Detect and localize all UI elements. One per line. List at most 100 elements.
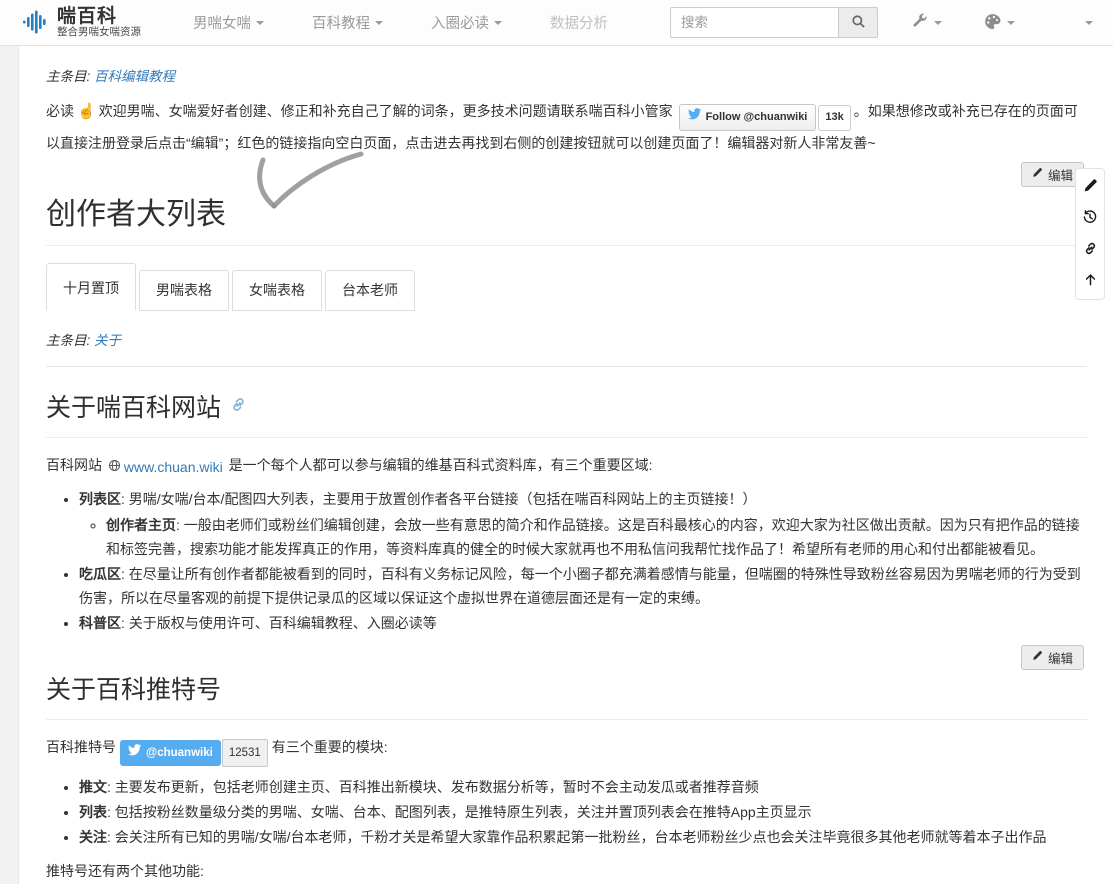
pointing-up-finger-icon: ☝: [77, 103, 96, 120]
bullet-label: 吃瓜区: [79, 566, 121, 582]
must-read-label: 必读: [46, 103, 74, 119]
palette-icon: [984, 13, 1001, 33]
site-logo[interactable]: 喘百科 整合男喘女喘资源: [22, 7, 141, 39]
chevron-down-icon: [256, 21, 264, 25]
list-item: 创作者主页: 一般由老师们或粉丝们编辑创建，会放一些有意思的简介和作品链接。这是…: [106, 513, 1087, 561]
section-anchor-link[interactable]: [230, 391, 247, 420]
hatnote-prefix: 主条目:: [46, 333, 90, 348]
scroll-to-top-button[interactable]: [1083, 272, 1098, 290]
chevron-down-icon: [1007, 21, 1015, 25]
nav-item-label: 百科教程: [312, 12, 370, 33]
hatnote-link[interactable]: 关于: [94, 333, 121, 348]
tab-bar: 十月置顶 男喘表格 女喘表格 台本老师: [46, 263, 1087, 311]
tab-script-teachers[interactable]: 台本老师: [325, 270, 415, 311]
nav-item-must-read[interactable]: 入圈必读: [431, 12, 502, 33]
edit-page-button[interactable]: [1083, 178, 1098, 196]
twitter-bird-icon: [128, 743, 141, 763]
nav-item-male-female[interactable]: 男喘女喘: [193, 12, 264, 33]
bullet-text: : 在尽量让所有创作者都能被看到的同时，百科有义务标记风险，每一个小圈子都充满着…: [79, 566, 1081, 606]
site-link[interactable]: www.chuan.wiki: [108, 455, 223, 480]
sub-bullet-list: 创作者主页: 一般由老师们或粉丝们编辑创建，会放一些有意思的简介和作品链接。这是…: [79, 513, 1087, 561]
twitter-handle-label: @chuanwiki: [146, 743, 213, 763]
tools-menu-button[interactable]: [912, 13, 942, 32]
intro-paragraph: 必读☝欢迎男喘、女喘爱好者创建、修正和补充自己了解的词条，更多技术问题请联系喘百…: [46, 98, 1087, 156]
edit-button-label: 编辑: [1048, 165, 1073, 184]
edit-button[interactable]: 编辑: [1021, 645, 1084, 670]
list-item: 列表区: 男喘/女喘/台本/配图四大列表，主要用于放置创作者各平台链接（包括在喘…: [79, 487, 1087, 560]
site-intro-pre: 百科网站: [46, 457, 102, 473]
list-item: 关注: 会关注所有已知的男喘/女喘/台本老师，千粉才关是希望大家靠作品积累起第一…: [79, 825, 1087, 849]
pencil-icon: [1032, 650, 1043, 664]
nav-item-tutorials[interactable]: 百科教程: [312, 12, 383, 33]
bullet-label: 创作者主页: [106, 517, 176, 533]
section-edit-row: 编辑: [46, 162, 1084, 187]
top-navbar: 喘百科 整合男喘女喘资源 男喘女喘 百科教程 入圈必读 数据分析: [0, 0, 1113, 46]
section-title-site: 关于喘百科网站: [46, 388, 1087, 438]
bullet-label: 关注: [79, 829, 107, 845]
chevron-down-icon: [1085, 21, 1093, 25]
section-divider: [46, 366, 1087, 367]
search-form: [670, 7, 878, 38]
pencil-icon: [1032, 167, 1043, 181]
tab-female-table[interactable]: 女喘表格: [232, 270, 322, 311]
hatnote-link[interactable]: 百科编辑教程: [94, 69, 175, 84]
search-input[interactable]: [670, 7, 838, 38]
follow-button-label: Follow @chuanwiki: [706, 108, 808, 128]
page: 喘百科 整合男喘女喘资源 男喘女喘 百科教程 入圈必读 数据分析: [0, 0, 1113, 735]
theme-menu-button[interactable]: [984, 13, 1015, 33]
nav-item-label: 数据分析: [550, 12, 608, 33]
bullet-label: 列表区: [79, 491, 121, 507]
hatnote-about: 主条目: 关于: [46, 329, 1087, 349]
history-button[interactable]: [1082, 209, 1098, 228]
page-tools-toolbar: [1075, 168, 1105, 300]
twitter-follow-button[interactable]: Follow @chuanwiki: [679, 104, 817, 131]
site-link-label: www.chuan.wiki: [124, 455, 223, 480]
section-title-text: 关于百科推特号: [46, 670, 221, 706]
permalink-button[interactable]: [1083, 241, 1098, 259]
site-bullet-list: 列表区: 男喘/女喘/台本/配图四大列表，主要用于放置创作者各平台链接（包括在喘…: [46, 487, 1087, 634]
bullet-text: : 主要发布更新，包括老师创建主页、百科推出新模块、发布数据分析等，暂时不会主动…: [107, 779, 759, 795]
bullet-text: : 男喘/女喘/台本/配图四大列表，主要用于放置创作者各平台链接（包括在喘百科网…: [121, 491, 756, 507]
history-icon: [1082, 209, 1098, 228]
list-item: 推文: 主要发布更新，包括老师创建主页、百科推出新模块、发布数据分析等，暂时不会…: [79, 775, 1087, 799]
wrench-icon: [912, 13, 928, 32]
tab-male-table[interactable]: 男喘表格: [139, 270, 229, 311]
collapsed-menu-toggle[interactable]: [1085, 21, 1093, 25]
list-item: 列表: 包括按粉丝数量级分类的男喘、女喘、台本、配图列表，是推特原生列表，关注并…: [79, 800, 1087, 824]
navbar-tools: [912, 13, 1095, 33]
bullet-label: 列表: [79, 804, 107, 820]
site-title: 喘百科: [57, 7, 141, 27]
bullet-label: 推文: [79, 779, 107, 795]
twitter-intro-pre: 百科推特号: [46, 739, 116, 755]
content-area: 主条目: 百科编辑教程 必读☝欢迎男喘、女喘爱好者创建、修正和补充自己了解的词条…: [18, 46, 1113, 884]
search-button[interactable]: [838, 7, 878, 38]
globe-icon: [108, 455, 121, 480]
pencil-icon: [1083, 178, 1098, 196]
site-subtitle: 整合男喘女喘资源: [57, 27, 141, 38]
site-intro-post: 是一个每个人都可以参与编辑的维基百科式资料库，有三个重要区域:: [229, 457, 653, 473]
waveform-logo-icon: [22, 9, 48, 35]
hatnote-main-article: 主条目: 百科编辑教程: [46, 65, 1087, 85]
bullet-text: : 会关注所有已知的男喘/女喘/台本老师，千粉才关是希望大家靠作品积累起第一批粉…: [107, 829, 1047, 845]
twitter-intro-paragraph: 百科推特号 @chuanwiki 12531有三个重要的模块:: [46, 735, 1087, 767]
nav-item-data-analysis[interactable]: 数据分析: [550, 12, 608, 33]
hatnote-prefix: 主条目:: [46, 69, 90, 84]
page-title: 创作者大列表: [46, 189, 1087, 246]
twitter-bullet-list: 推文: 主要发布更新，包括老师创建主页、百科推出新模块、发布数据分析等，暂时不会…: [46, 775, 1087, 849]
edit-button-label: 编辑: [1048, 648, 1073, 667]
chain-link-icon: [230, 391, 247, 420]
tab-october-pinned[interactable]: 十月置顶: [46, 263, 136, 311]
twitter-account-badge[interactable]: @chuanwiki: [120, 740, 221, 766]
chevron-down-icon: [934, 21, 942, 25]
brand-text: 喘百科 整合男喘女喘资源: [57, 7, 141, 39]
follower-count-badge: 12531: [222, 739, 268, 767]
list-item: 科普区: 关于版权与使用许可、百科编辑教程、入圈必读等: [79, 611, 1087, 635]
section-title-text: 关于喘百科网站: [46, 388, 221, 424]
site-intro-paragraph: 百科网站 www.chuan.wiki 是一个每个人都可以参与编辑的维基百科式资…: [46, 453, 1087, 480]
bullet-text: : 一般由老师们或粉丝们编辑创建，会放一些有意思的简介和作品链接。这是百科最核心…: [106, 517, 1080, 557]
follower-count-badge: 13k: [818, 105, 850, 131]
search-icon: [851, 14, 866, 32]
chevron-down-icon: [494, 21, 502, 25]
chain-link-icon: [1083, 241, 1098, 259]
bullet-text: : 关于版权与使用许可、百科编辑教程、入圈必读等: [121, 615, 437, 631]
